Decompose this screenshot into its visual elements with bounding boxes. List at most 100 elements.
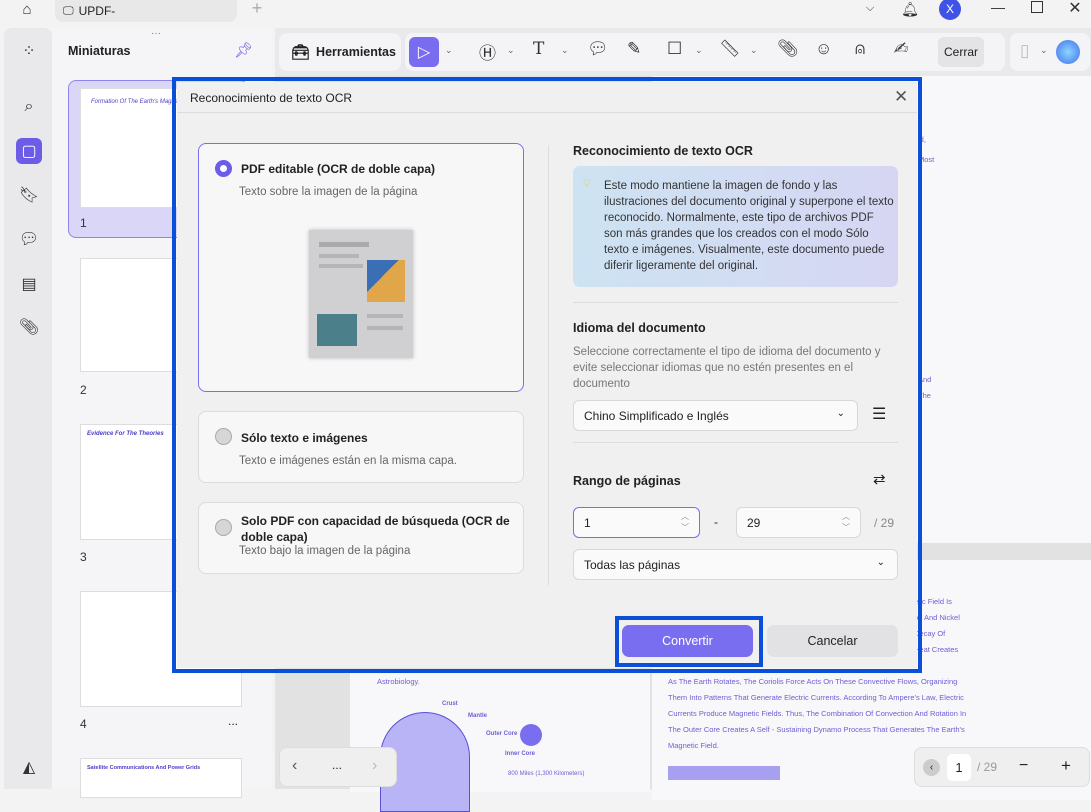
zoom-in-button[interactable]: +: [1061, 756, 1071, 776]
doc-text: As The Earth Rotates, The Coriolis Force…: [668, 677, 958, 686]
option-title: Solo PDF con capacidad de búsqueda (OCR …: [241, 514, 510, 544]
avatar[interactable]: X: [939, 0, 961, 20]
bookmark-icon[interactable]: 🔖︎: [16, 182, 42, 208]
tools-button[interactable]: 🧰︎ Herramientas: [279, 33, 401, 71]
option-subtitle: Texto e imágenes están en la misma capa.: [239, 455, 457, 467]
diagram-label: 800 Miles (1,300 Kilometers): [508, 771, 585, 777]
range-option-select[interactable]: Todas las páginas ⌄: [573, 549, 898, 580]
radio-unselected[interactable]: [215, 428, 232, 445]
select-tool-icon[interactable]: ▷: [409, 37, 439, 67]
stepper-icon[interactable]: ︿ ﹀: [681, 511, 689, 533]
comment-tool-icon[interactable]: 💬︎: [587, 39, 609, 59]
tools-label: Herramientas: [316, 45, 396, 59]
option-subtitle: Texto bajo la imagen de la página: [239, 545, 411, 557]
search-icon[interactable]: ⌕: [16, 94, 42, 120]
prev-page-icon[interactable]: ‹: [292, 757, 297, 775]
ai-group: ▯ ⌄: [1010, 33, 1090, 71]
toolbox-icon: 🧰︎: [291, 44, 311, 61]
chevron-down-icon[interactable]: ⌄: [561, 45, 569, 56]
chevron-down-icon[interactable]: ⌄: [750, 45, 758, 56]
grid-icon[interactable]: ⁘: [16, 38, 42, 64]
comment-icon[interactable]: 💬︎: [16, 226, 42, 252]
divider: [573, 442, 898, 443]
bell-icon[interactable]: 🔔︎: [900, 0, 920, 18]
close-dialog-icon[interactable]: ✕: [894, 87, 908, 107]
more-icon[interactable]: ...: [228, 714, 238, 728]
attachment-icon[interactable]: 📎︎: [16, 314, 42, 340]
diagram-label: Inner Core: [505, 751, 536, 757]
diagram-label: Outer Core: [486, 731, 518, 737]
page-input[interactable]: 1: [947, 754, 971, 781]
title-bar: ⌂ 🖵 UPDF- + ⌵ 🔔︎ X — ✕: [0, 0, 1091, 28]
stepper-icon[interactable]: ︿ ﹀: [842, 511, 850, 533]
drag-handle[interactable]: ···: [151, 28, 161, 39]
save-icon[interactable]: ▯: [1020, 41, 1029, 61]
chevron-down-icon[interactable]: ⌄: [445, 45, 453, 56]
range-from-input[interactable]: 1 ︿ ﹀: [573, 507, 700, 538]
info-text: Este modo mantiene la imagen de fondo y …: [604, 180, 894, 272]
left-rail: ⁘ ⌕ ▢ 🔖︎ 💬︎ ▤ 📎︎ ◭: [4, 28, 52, 789]
chevron-down-icon[interactable]: ⌄: [695, 45, 703, 56]
language-value: Chino Simplificado e Inglés: [584, 408, 729, 423]
option-searchable-pdf[interactable]: Solo PDF con capacidad de búsqueda (OCR …: [198, 502, 524, 574]
option-text-images[interactable]: Sólo texto e imágenes Texto e imágenes e…: [198, 411, 524, 483]
more-icon[interactable]: ...: [332, 758, 342, 772]
zoom-pager: ‹ 1 / 29 − +: [914, 747, 1090, 787]
page-range-swap-icon[interactable]: ⇄: [873, 470, 886, 488]
chevron-down-icon[interactable]: ⌵: [862, 0, 878, 16]
range-from-value: 1: [584, 515, 591, 530]
thumbnails-icon[interactable]: ▢: [16, 138, 42, 164]
option-editable-pdf[interactable]: PDF editable (OCR de doble capa) Texto s…: [198, 143, 524, 392]
range-to-input[interactable]: 29 ︿ ﹀: [736, 507, 861, 538]
measure-tool-icon[interactable]: 📏︎: [719, 39, 741, 59]
heading-tool-icon[interactable]: Ⓗ: [479, 39, 496, 64]
lightbulb-icon: 💡︎: [583, 178, 591, 190]
attachment-tool-icon[interactable]: 📎︎: [777, 39, 799, 59]
pin-icon[interactable]: 📌︎: [234, 41, 253, 59]
document-tab[interactable]: 🖵 UPDF-: [55, 0, 237, 22]
section-heading-block: [668, 766, 780, 780]
range-total: / 29: [874, 516, 895, 530]
preview-illustration: [309, 230, 413, 358]
tab-label: UPDF-: [78, 4, 116, 18]
page-range-heading: Rango de páginas: [573, 474, 681, 488]
close-window-button[interactable]: ✕: [1067, 0, 1083, 17]
toolbar: 🧰︎ Herramientas ▷ ⌄ Ⓗ ⌄ T ⌄ 💬︎ ✎ ☐ ⌄ 📏︎ …: [275, 28, 1091, 76]
ai-assistant-icon[interactable]: [1056, 40, 1080, 64]
minimize-button[interactable]: —: [988, 0, 1008, 15]
new-tab-button[interactable]: +: [249, 0, 265, 18]
option-title: Sólo texto e imágenes: [241, 431, 368, 445]
rectangle-tool-icon[interactable]: ☐: [667, 39, 682, 59]
language-description: Seleccione correctamente el tipo de idio…: [573, 346, 881, 390]
thumbnail-page-5[interactable]: Satellite Communications And Power Grids: [80, 758, 242, 798]
home-icon[interactable]: ⌂: [16, 0, 38, 18]
page-icon[interactable]: ▤: [16, 271, 42, 297]
chevron-down-icon: ⌄: [836, 408, 845, 419]
highlighter-icon[interactable]: ✎: [627, 39, 641, 59]
stamp-icon[interactable]: ⍝: [855, 39, 865, 59]
convert-button[interactable]: Convertir: [622, 625, 753, 657]
page-number: 1: [80, 216, 87, 230]
layers-icon[interactable]: ◭: [16, 754, 42, 780]
doc-text: Them Into Patterns That Generate Electri…: [668, 693, 964, 702]
radio-selected[interactable]: [215, 160, 232, 177]
close-edit-button[interactable]: Cerrar: [938, 37, 984, 67]
zoom-out-button[interactable]: −: [1019, 757, 1028, 775]
range-separator: -: [714, 515, 718, 529]
text-tool-icon[interactable]: T: [533, 39, 544, 59]
doc-text: Currents Produce Magnetic Fields. Thus, …: [668, 709, 967, 718]
language-select[interactable]: Chino Simplificado e Inglés ⌄: [573, 400, 858, 431]
prev-page-button[interactable]: ‹: [923, 759, 940, 776]
dialog-title: Reconocimiento de texto OCR: [190, 91, 353, 105]
sticker-icon[interactable]: ☺: [815, 39, 832, 59]
chevron-down-icon[interactable]: ⌄: [507, 45, 515, 56]
doc-text: Astrobiology.: [377, 677, 420, 686]
tool-group: ▷ ⌄ Ⓗ ⌄ T ⌄ 💬︎ ✎ ☐ ⌄ 📏︎ ⌄ 📎︎ ☺ ⍝ ✍︎ Cerr…: [405, 33, 1005, 71]
next-page-icon[interactable]: ›: [372, 757, 377, 775]
chevron-down-icon[interactable]: ⌄: [1040, 45, 1048, 56]
signature-icon[interactable]: ✍︎: [893, 39, 907, 59]
cancel-button[interactable]: Cancelar: [767, 625, 898, 657]
language-settings-icon[interactable]: ☰: [872, 404, 886, 424]
radio-unselected[interactable]: [215, 519, 232, 536]
maximize-button[interactable]: [1029, 0, 1045, 14]
